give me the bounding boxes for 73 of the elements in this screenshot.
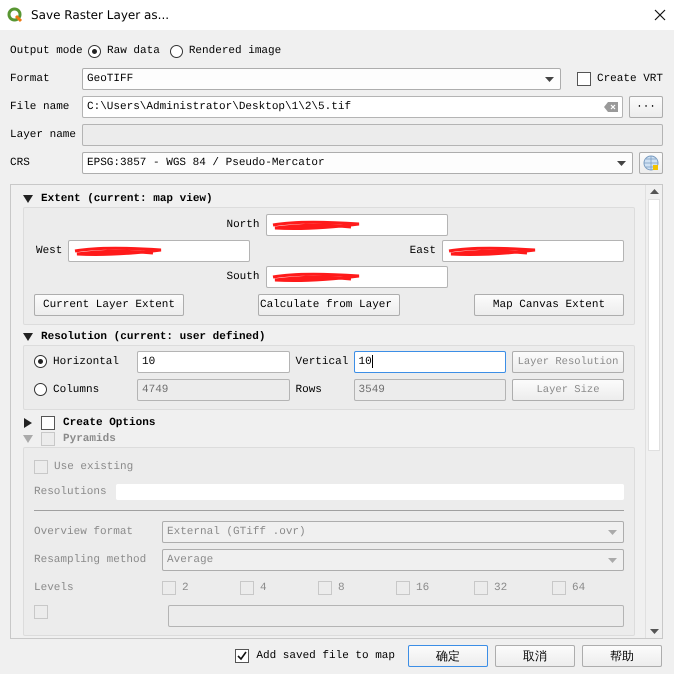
field-label: Resampling method [34, 554, 148, 566]
window-title: Save Raster Layer as... [31, 8, 170, 22]
app-logo-icon [7, 7, 23, 23]
checkbox[interactable] [576, 72, 591, 86]
radio-button[interactable] [34, 383, 47, 396]
dropdown-arrow-icon [608, 530, 617, 534]
radio-label: Rendered image [188, 45, 282, 57]
field-label: Overview format [34, 526, 134, 538]
dropdown-arrow-icon [608, 558, 617, 562]
layer-name-field[interactable] [82, 124, 663, 146]
checkbox-label: 16 [416, 582, 430, 594]
collapse-triangle-icon[interactable] [23, 332, 33, 342]
radio-button[interactable] [170, 44, 183, 58]
coordinate-field[interactable] [266, 266, 448, 288]
crs-selector-button[interactable] [639, 152, 663, 174]
field-label: West [34, 244, 62, 257]
expand-triangle-icon[interactable] [23, 418, 33, 428]
checkbox-label: Create VRT [596, 73, 663, 85]
dropdown-arrow-icon [544, 76, 554, 82]
dialog-button[interactable]: 确定 [408, 645, 488, 667]
field-label: Levels [34, 582, 75, 594]
checkbox[interactable] [41, 416, 55, 430]
radio-label: Horizontal [53, 356, 120, 368]
checkbox[interactable] [235, 649, 250, 663]
field-label: Format [10, 73, 51, 85]
radio-button[interactable] [88, 44, 101, 58]
resolution-field[interactable]: 10 [354, 350, 506, 372]
field-label: South [225, 270, 260, 283]
checkbox-label: 8 [338, 582, 345, 594]
dialog-button[interactable]: 帮助 [582, 645, 662, 667]
field-label: Layer name [10, 129, 76, 141]
checkbox-label: Use existing [54, 461, 134, 473]
scrollbar-thumb[interactable] [648, 199, 660, 451]
extent-button[interactable]: Current Layer Extent [34, 294, 184, 316]
coordinate-field[interactable] [266, 214, 448, 236]
format-dropdown[interactable]: GeoTIFF [82, 68, 561, 90]
checkbox-label: 2 [182, 582, 189, 594]
crs-dropdown[interactable]: EPSG:3857 - WGS 84 / Pseudo-Mercator [82, 152, 633, 174]
checkbox-label: 64 [572, 582, 586, 594]
file-name-field[interactable]: C:\Users\Administrator\Desktop\1\2\5.tif [82, 96, 623, 118]
dialog-button[interactable]: 取消 [495, 645, 575, 667]
field-label: CRS [10, 157, 31, 169]
browse-button[interactable]: ··· [629, 96, 663, 118]
field-label: Vertical [296, 356, 348, 368]
section-title: Resolution (current: user defined) [41, 330, 266, 343]
field-label: East [408, 244, 436, 257]
section-title: Create Options [63, 417, 156, 430]
field-label: Rows [296, 384, 323, 396]
resolution-field[interactable]: 10 [137, 350, 290, 372]
checkbox-label: 32 [494, 582, 508, 594]
checkbox-label: Add saved file to map [256, 650, 395, 662]
resolution-field[interactable]: 3549 [354, 378, 506, 400]
dropdown-arrow-icon [617, 160, 626, 166]
checkbox-label: 4 [260, 582, 267, 594]
collapse-triangle-icon[interactable] [23, 194, 33, 204]
field-label: Output mode [10, 45, 82, 57]
radio-button[interactable] [34, 355, 47, 368]
coordinate-field[interactable] [442, 240, 624, 262]
menu-button[interactable]: Calculate from Layer [258, 294, 400, 316]
resolution-field[interactable]: 4749 [137, 378, 290, 400]
coordinate-field[interactable] [68, 240, 250, 262]
field-label: North [225, 218, 260, 231]
radio-label: Columns [53, 384, 100, 396]
section-title: Extent (current: map view) [41, 192, 213, 205]
globe-icon [643, 155, 659, 171]
clear-icon[interactable] [604, 102, 618, 112]
section-title: Pyramids [63, 433, 116, 446]
field-label: File name [10, 101, 70, 113]
field-label: Resolutions [34, 486, 108, 498]
custom-levels-field[interactable] [168, 605, 624, 627]
extent-button[interactable]: Map Canvas Extent [474, 294, 624, 316]
radio-label: Raw data [107, 45, 160, 57]
close-icon[interactable] [654, 9, 666, 21]
